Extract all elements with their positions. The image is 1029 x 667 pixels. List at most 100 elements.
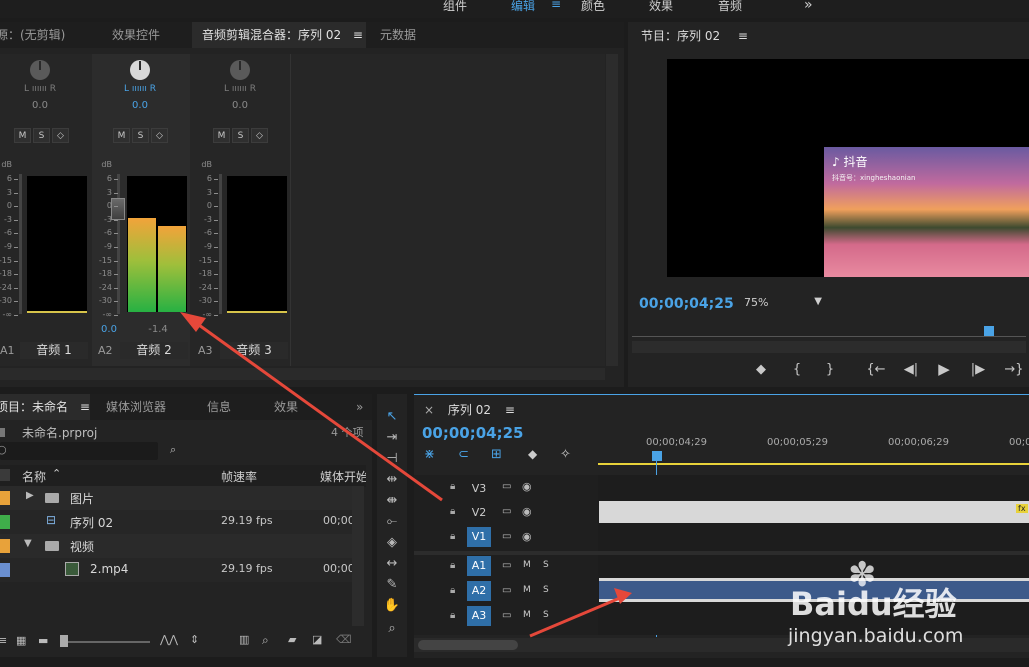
linked-selection-icon[interactable]: ⊂ [458, 447, 469, 462]
mixer-scrollbar[interactable] [606, 54, 618, 366]
tab-metadata[interactable]: 元数据 [380, 22, 416, 48]
panel-menu-icon[interactable]: ≡ [353, 28, 363, 42]
fader-handle-a2[interactable] [111, 198, 125, 220]
list-view-icon[interactable]: ≡ [0, 634, 7, 647]
pan-knob-a3[interactable] [230, 60, 250, 80]
tab-source[interactable]: 源：(无剪辑) [0, 22, 94, 48]
snap-icon[interactable]: ⋇ [424, 447, 435, 462]
solo-button-track-a2[interactable]: S [543, 585, 549, 595]
razor-tool-icon[interactable]: ⟜ [383, 513, 401, 531]
workspace-menu-icon[interactable]: ≡ [551, 0, 561, 11]
freeform-view-icon[interactable]: ▬ [38, 634, 48, 647]
eye-icon[interactable]: ◉ [522, 480, 532, 493]
new-bin-search-icon[interactable]: ⌕ [170, 443, 176, 457]
solo-button-a1[interactable]: S [33, 128, 50, 143]
play-button[interactable]: ▶ [936, 361, 952, 377]
solo-button-a2[interactable]: S [132, 128, 149, 143]
toggle-sync-icon[interactable]: ▭ [502, 610, 511, 621]
sort-up-icon[interactable]: ⌃ [52, 467, 61, 480]
mute-button-track-a1[interactable]: M [523, 560, 531, 570]
marker-icon[interactable]: ◆ [528, 447, 537, 461]
track-label-a1[interactable]: A1 [467, 556, 491, 576]
new-bin-icon[interactable]: ▰ [288, 633, 296, 646]
video-clip-v2[interactable] [599, 501, 1029, 523]
tab-audio-clip-mixer[interactable]: 音频剪辑混合器：序列 02 ≡ [192, 22, 366, 48]
channel-name-a1[interactable]: 音频 1 [20, 342, 88, 359]
lock-icon[interactable]: 🔒︎ [450, 585, 455, 596]
toggle-sync-icon[interactable]: ▭ [502, 560, 511, 571]
mute-button-a3[interactable]: M [213, 128, 230, 143]
go-to-in-button[interactable]: {← [865, 362, 887, 378]
tab-effect-controls[interactable]: 效果控件 [112, 22, 160, 48]
lock-icon[interactable]: 🔒︎ [450, 531, 455, 542]
new-item-icon[interactable]: ◪ [312, 633, 322, 646]
panel-more-icon[interactable]: » [356, 394, 363, 420]
fader-track-a3[interactable] [219, 174, 222, 314]
channel-name-a2[interactable]: 音频 2 [120, 342, 188, 359]
track-divider[interactable] [414, 551, 1029, 555]
keyframe-button-a1[interactable]: ◇ [52, 128, 69, 143]
tab-media-browser[interactable]: 媒体浏览器 [106, 394, 166, 420]
toggle-sync-icon[interactable]: ▭ [502, 481, 511, 492]
eye-icon[interactable]: ◉ [522, 530, 532, 543]
track-label-v2[interactable]: V2 [467, 503, 491, 523]
add-marker-icon[interactable]: ⊞ [491, 447, 502, 462]
sort-icon[interactable]: ⋀⋀ [160, 633, 178, 646]
fader-track-a2[interactable] [117, 174, 120, 314]
lock-icon[interactable]: 🔒︎ [450, 560, 455, 571]
mute-button-a2[interactable]: M [113, 128, 130, 143]
panel-menu-icon[interactable]: ≡ [80, 400, 90, 414]
eye-icon[interactable]: ◉ [522, 505, 532, 518]
panel-menu-icon[interactable]: ≡ [505, 403, 515, 417]
trash-icon[interactable]: ⌫ [336, 633, 352, 646]
zoom-tool-icon[interactable]: ⌕ [383, 620, 401, 638]
rolling-edit-tool-icon[interactable]: ⇹ [383, 471, 401, 489]
monitor-zoombar[interactable] [632, 341, 1026, 353]
tab-project[interactable]: 项目：未命名 ≡ [0, 394, 90, 420]
go-to-out-button[interactable]: →} [1003, 362, 1025, 378]
add-marker-button[interactable]: ◆ [754, 362, 768, 378]
toggle-sync-icon[interactable]: ▭ [502, 531, 511, 542]
mixer-hscroll[interactable] [0, 368, 605, 380]
sort-order-icon[interactable]: ⇕ [190, 633, 199, 646]
workspace-tab-color[interactable]: 颜色 [581, 0, 605, 14]
playhead-handle[interactable] [652, 451, 662, 461]
wrench-icon[interactable]: ✧ [560, 447, 571, 462]
zoom-slider[interactable] [60, 641, 150, 643]
track-label-a3[interactable]: A3 [467, 606, 491, 626]
timeline-hscroll-thumb[interactable] [418, 640, 518, 650]
workspace-more-icon[interactable]: » [804, 0, 813, 13]
mute-button-track-a3[interactable]: M [523, 610, 531, 620]
pan-value-a2[interactable]: 0.0 [110, 100, 170, 111]
list-item[interactable] [0, 558, 352, 582]
selection-tool-icon[interactable]: ↖ [383, 408, 401, 426]
solo-button-a3[interactable]: S [232, 128, 249, 143]
toggle-sync-icon[interactable]: ▭ [502, 585, 511, 596]
column-name[interactable]: 名称 [22, 468, 46, 485]
track-label-a2[interactable]: A2 [467, 581, 491, 601]
zoom-select[interactable]: 75% ▼ [738, 296, 824, 312]
pan-value-a3[interactable]: 0.0 [210, 100, 270, 111]
toggle-sync-icon[interactable]: ▭ [502, 506, 511, 517]
keyframe-button-a2[interactable]: ◇ [151, 128, 168, 143]
lock-icon[interactable]: 🔒︎ [450, 506, 455, 517]
channel-name-a3[interactable]: 音频 3 [220, 342, 288, 359]
pan-value-a1[interactable]: 0.0 [10, 100, 70, 111]
search-input[interactable] [0, 442, 158, 460]
automate-icon[interactable]: ▥ [239, 633, 249, 646]
workspace-tab-editing[interactable]: 编辑 [511, 0, 535, 14]
solo-button-track-a1[interactable]: S [543, 560, 549, 570]
pan-knob-a2[interactable] [130, 60, 150, 80]
rate-stretch-tool-icon[interactable]: ⇼ [383, 492, 401, 510]
mark-out-button[interactable]: } [823, 362, 837, 378]
lock-icon[interactable]: 🔒︎ [450, 610, 455, 621]
pen-tool-icon[interactable]: ✎ [383, 576, 401, 594]
pan-knob-a1[interactable] [30, 60, 50, 80]
track-label-v1[interactable]: V1 [467, 527, 491, 547]
workspace-tab-audio[interactable]: 音频 [718, 0, 742, 14]
mute-button-a1[interactable]: M [14, 128, 31, 143]
project-scrollbar[interactable] [352, 486, 364, 626]
timeline-timecode[interactable]: 00;00;04;25 [422, 424, 524, 442]
collapse-icon[interactable]: ▼ [24, 538, 32, 549]
slip-tool-icon[interactable]: ◈ [383, 534, 401, 552]
